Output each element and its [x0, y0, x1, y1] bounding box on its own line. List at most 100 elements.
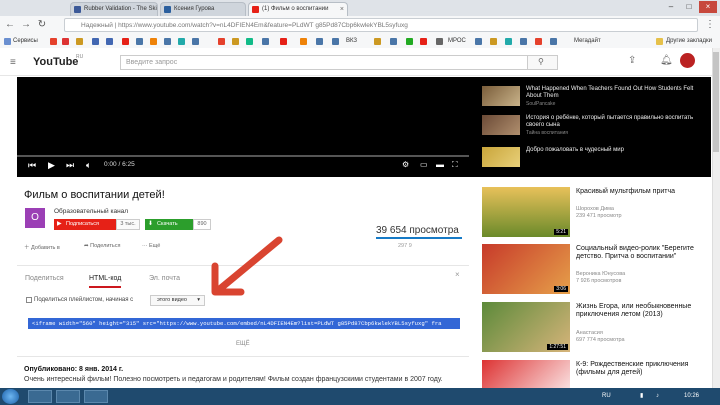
avatar[interactable]	[680, 53, 695, 68]
bookmark-icon[interactable]	[50, 38, 57, 45]
add-to-button[interactable]: ＋ Добавить в	[24, 243, 60, 251]
search-input[interactable]: Введите запрос	[120, 55, 528, 70]
address-bar[interactable]: Надежный | https://www.youtube.com/watch…	[64, 18, 698, 32]
language-indicator[interactable]: RU	[602, 389, 611, 404]
bookmark-icon[interactable]	[300, 38, 307, 45]
bookmark-icon[interactable]	[420, 38, 427, 45]
network-icon[interactable]: ▮	[640, 389, 643, 404]
bookmark-icon[interactable]	[374, 38, 381, 45]
bookmark-mros[interactable]: МРОС	[448, 36, 466, 47]
clock[interactable]: 10:26	[684, 389, 699, 404]
playlist-start-select[interactable]: этого видео ▾	[150, 295, 205, 306]
scrollbar-thumb[interactable]	[713, 52, 719, 152]
bookmark-icon[interactable]	[232, 38, 239, 45]
back-icon[interactable]: ←	[4, 19, 16, 31]
volume-icon[interactable]: 🔈︎	[86, 157, 91, 173]
playlist-start-label: Поделиться плейлистом, начиная с	[34, 297, 134, 303]
taskbar-explorer[interactable]	[28, 390, 52, 403]
taskbar-chrome[interactable]	[84, 390, 108, 403]
tab-ksenia[interactable]: Ксения Гурова	[160, 2, 246, 16]
close-tab-icon[interactable]: ×	[340, 3, 344, 16]
play-icon[interactable]: ▶	[48, 157, 55, 173]
related-views: 7 926 просмотров	[576, 278, 622, 284]
previous-icon[interactable]: ⏮	[28, 157, 36, 173]
bookmark-icon[interactable]	[192, 38, 199, 45]
bookmark-icon[interactable]	[280, 38, 287, 45]
youtube-logo[interactable]: YouTube	[33, 56, 78, 70]
tab-email[interactable]: Эл. почта	[149, 275, 180, 282]
maximize-icon[interactable]: □	[680, 1, 698, 13]
bookmark-icon[interactable]	[62, 38, 69, 45]
reload-icon[interactable]: ↻	[36, 19, 48, 31]
minimize-icon[interactable]: –	[662, 1, 680, 13]
theater-icon[interactable]: ▬	[436, 157, 444, 173]
miniplayer-icon[interactable]: ▭	[420, 157, 428, 173]
embed-more-link[interactable]: ЕЩЁ	[236, 341, 250, 347]
bookmark-icon[interactable]	[436, 38, 443, 45]
bookmark-icon[interactable]	[106, 38, 113, 45]
notifications-icon[interactable]: 🔔︎	[660, 55, 673, 66]
bookmark-icon[interactable]	[520, 38, 527, 45]
tab-share[interactable]: Поделиться	[25, 275, 64, 282]
like-dislike-counts[interactable]: 297 9	[398, 243, 412, 249]
bookmark-icon[interactable]	[218, 38, 225, 45]
bookmark-services[interactable]: Сервисы	[13, 36, 38, 47]
related-video[interactable]: 1:27:51 Жизнь Егора, или необыкновенные …	[482, 302, 710, 352]
related-thumbnail: 5:21	[482, 187, 570, 237]
bookmark-icon[interactable]	[316, 38, 323, 45]
bookmark-icon[interactable]	[490, 38, 497, 45]
channel-name[interactable]: Образовательный канал	[54, 208, 128, 215]
bookmark-icon[interactable]	[76, 38, 83, 45]
menu-icon[interactable]: ⋮	[704, 19, 716, 31]
bookmark-icon[interactable]	[535, 38, 542, 45]
end-screen-title: Добро пожаловать в чудесный мир	[526, 147, 624, 153]
embed-code-field[interactable]: <iframe width="560" height="315" src="ht…	[28, 318, 460, 329]
tab-embed[interactable]: HTML-код	[89, 275, 122, 288]
volume-tray-icon[interactable]: ♪	[656, 389, 659, 404]
forward-icon[interactable]: →	[20, 19, 32, 31]
close-icon[interactable]: ×	[455, 270, 460, 279]
start-button[interactable]	[2, 389, 19, 404]
taskbar-powerpoint[interactable]	[56, 390, 80, 403]
bookmark-icon[interactable]	[390, 38, 397, 45]
download-button[interactable]: ⬇ Скачать	[145, 219, 193, 230]
related-video[interactable]: 3:06 Социальный видео-ролик "Берегите де…	[482, 244, 710, 294]
next-icon[interactable]: ⏭	[66, 157, 74, 173]
hamburger-menu-icon[interactable]: ≡	[10, 57, 16, 68]
bookmark-icon[interactable]	[550, 38, 557, 45]
end-screen-item[interactable]: Добро пожаловать в чудесный мир	[482, 145, 707, 169]
channel-avatar[interactable]: О	[25, 208, 45, 228]
tab-rubber[interactable]: Rubber Validation - The Ski	[70, 2, 158, 16]
bookmark-icon[interactable]	[505, 38, 512, 45]
bookmark-vkz[interactable]: ВКЗ	[346, 36, 357, 47]
bookmark-icon[interactable]	[150, 38, 157, 45]
bookmark-icon[interactable]	[475, 38, 482, 45]
bookmark-megadayt[interactable]: Мегадайт	[574, 36, 601, 47]
bookmark-icon[interactable]	[262, 38, 269, 45]
bookmark-icon[interactable]	[164, 38, 171, 45]
end-screen-item[interactable]: What Happened When Teachers Found Out Ho…	[482, 84, 707, 108]
bookmark-icon[interactable]	[178, 38, 185, 45]
related-video[interactable]: К-9: Рождественские приключения (фильмы …	[482, 360, 710, 388]
bookmark-icon[interactable]	[92, 38, 99, 45]
video-duration: 1:27:51	[547, 344, 568, 350]
search-button[interactable]: ⚲	[528, 55, 558, 70]
related-video[interactable]: 5:21 Красивый мультфильм притча Шорохов …	[482, 187, 710, 237]
bookmark-icon[interactable]	[406, 38, 413, 45]
close-window-icon[interactable]: ×	[699, 1, 717, 13]
fullscreen-icon[interactable]: ⛶	[452, 157, 458, 173]
bookmark-icon[interactable]	[136, 38, 143, 45]
end-screen-item[interactable]: История о ребёнке, который пытается прав…	[482, 113, 707, 137]
settings-icon[interactable]: ⚙	[402, 157, 409, 173]
video-description: Очень интересный фильм! Полезно посмотре…	[24, 376, 443, 383]
share-button[interactable]: ➦ Поделиться	[84, 243, 121, 249]
bookmark-icon[interactable]	[332, 38, 339, 45]
bookmark-icon[interactable]	[122, 38, 129, 45]
subscribe-button[interactable]: ▶ Подписаться	[54, 219, 116, 230]
bookmark-other[interactable]: Другие закладки	[666, 36, 712, 47]
tab-youtube-active[interactable]: (1) Фильм о воспитании ×	[248, 2, 348, 16]
bookmark-icon[interactable]	[246, 38, 253, 45]
upload-icon[interactable]: ⇪	[628, 55, 636, 66]
playlist-start-checkbox[interactable]	[26, 297, 32, 303]
more-button[interactable]: ··· Ещё	[142, 243, 160, 249]
